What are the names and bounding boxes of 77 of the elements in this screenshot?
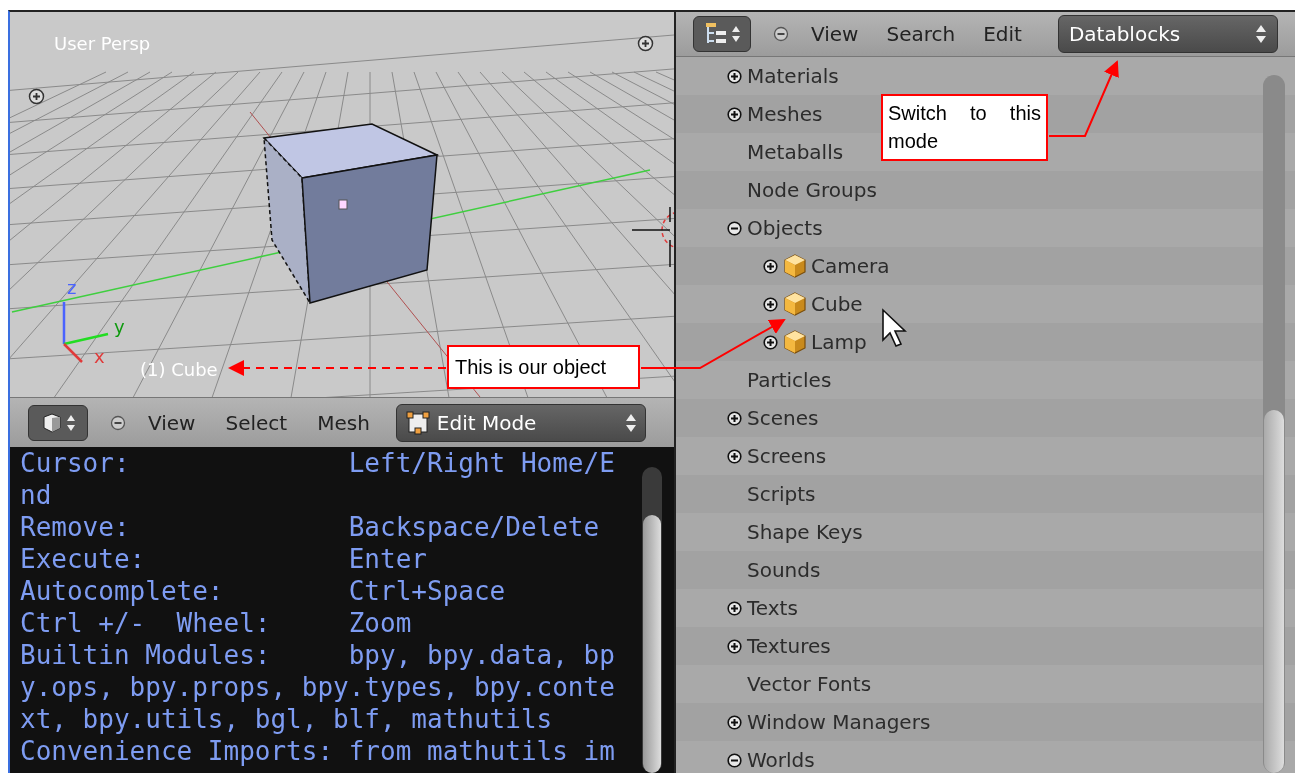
tree-item[interactable]: Meshes [747, 99, 823, 129]
console-text: Ctrl +/- Wheel: [20, 607, 272, 639]
console-text: Backspace/Delete [348, 511, 600, 543]
callout-text: Switch to this mode [888, 101, 1041, 154]
tree-item[interactable]: Particles [747, 365, 832, 395]
mouse-pointer-icon [881, 308, 907, 348]
console-text: Remove: [20, 511, 131, 543]
expand-icon[interactable] [727, 600, 742, 616]
collapse-icon[interactable] [110, 414, 126, 431]
tree-item[interactable]: Materials [747, 61, 839, 91]
display-mode-dropdown[interactable]: Datablocks [1057, 15, 1278, 53]
expand-icon[interactable] [763, 334, 778, 350]
expand-icon[interactable] [727, 106, 742, 122]
tree-item[interactable]: Worlds [747, 745, 815, 773]
console-text: Execute: [20, 543, 147, 575]
tree-item[interactable]: Objects [747, 213, 823, 243]
collapse-icon[interactable] [727, 752, 742, 768]
console-text: y.ops, bpy.props, bpy.types, bpy.conte [20, 671, 615, 703]
scrollbar-thumb[interactable] [1264, 410, 1284, 773]
expand-icon[interactable] [727, 410, 742, 426]
plus-circle-icon[interactable] [637, 35, 654, 52]
console-text: Ctrl+Space [348, 575, 506, 607]
collapse-icon[interactable] [727, 220, 742, 236]
tree-item[interactable]: Scripts [747, 479, 816, 509]
expand-icon[interactable] [727, 448, 742, 464]
menu-item[interactable]: Search [886, 19, 956, 49]
cube-icon [783, 329, 807, 355]
tree-item[interactable]: Cube [811, 289, 863, 319]
menu-item[interactable]: Edit [983, 19, 1022, 49]
tree-item[interactable]: Lamp [811, 327, 867, 357]
tree-item[interactable]: Texts [747, 593, 798, 623]
plus-circle-icon[interactable] [28, 88, 45, 105]
expand-icon[interactable] [763, 296, 778, 312]
up-down-arrows-icon [1254, 23, 1267, 45]
vertex-select-icon [404, 409, 431, 436]
tree-item[interactable]: Sounds [747, 555, 821, 585]
scrollbar-thumb[interactable] [643, 515, 661, 773]
tree-item[interactable]: Screens [747, 441, 827, 471]
mode-dropdown[interactable]: Edit Mode [395, 403, 646, 442]
tree-item[interactable]: Metaballs [747, 137, 844, 167]
callout-text: This is our object [455, 355, 607, 380]
tree-item[interactable]: Camera [811, 251, 890, 281]
console-text: bpy, bpy.data, bp [348, 639, 615, 671]
console-text: nd [20, 479, 52, 511]
expand-icon[interactable] [763, 258, 778, 274]
menu-item[interactable]: Mesh [317, 407, 370, 438]
expand-icon[interactable] [727, 714, 742, 730]
console-text: Enter [348, 543, 427, 575]
expand-icon[interactable] [727, 68, 742, 84]
console-text: Autocomplete: [20, 575, 225, 607]
menu-item[interactable]: Select [225, 407, 288, 438]
console-text: Convenience Imports: from mathutils im [20, 735, 615, 767]
console-text: xt, bpy.utils, bgl, blf, mathutils [20, 703, 553, 735]
expand-icon[interactable] [727, 638, 742, 654]
axis-label: y [114, 318, 125, 336]
editor-type-button[interactable] [28, 404, 88, 441]
axis-gizmo-drawing [62, 302, 109, 363]
cube-icon [783, 291, 807, 317]
axis-label: z [67, 279, 77, 297]
cube-icon [783, 253, 807, 279]
collapse-icon[interactable] [773, 26, 789, 42]
tree-item[interactable]: Textures [747, 631, 831, 661]
tree-item[interactable]: Shape Keys [747, 517, 863, 547]
console-text: Builtin Modules: [20, 639, 272, 671]
axis-label: x [94, 348, 105, 366]
cube-icon [40, 411, 63, 434]
editor-type-button[interactable] [693, 16, 751, 52]
cube-drawing[interactable] [262, 123, 440, 304]
3d-cursor-icon [631, 206, 674, 268]
tree-item[interactable]: Scenes [747, 403, 819, 433]
console-text: Zoom [348, 607, 412, 639]
console-text: Cursor: [20, 447, 131, 479]
menu-item[interactable]: View [148, 407, 196, 438]
console-text: Left/Right Home/E [348, 447, 615, 479]
tree-item[interactable]: Node Groups [747, 175, 877, 205]
tree-item[interactable]: Vector Fonts [747, 669, 872, 699]
menu-item[interactable]: View [811, 19, 859, 49]
